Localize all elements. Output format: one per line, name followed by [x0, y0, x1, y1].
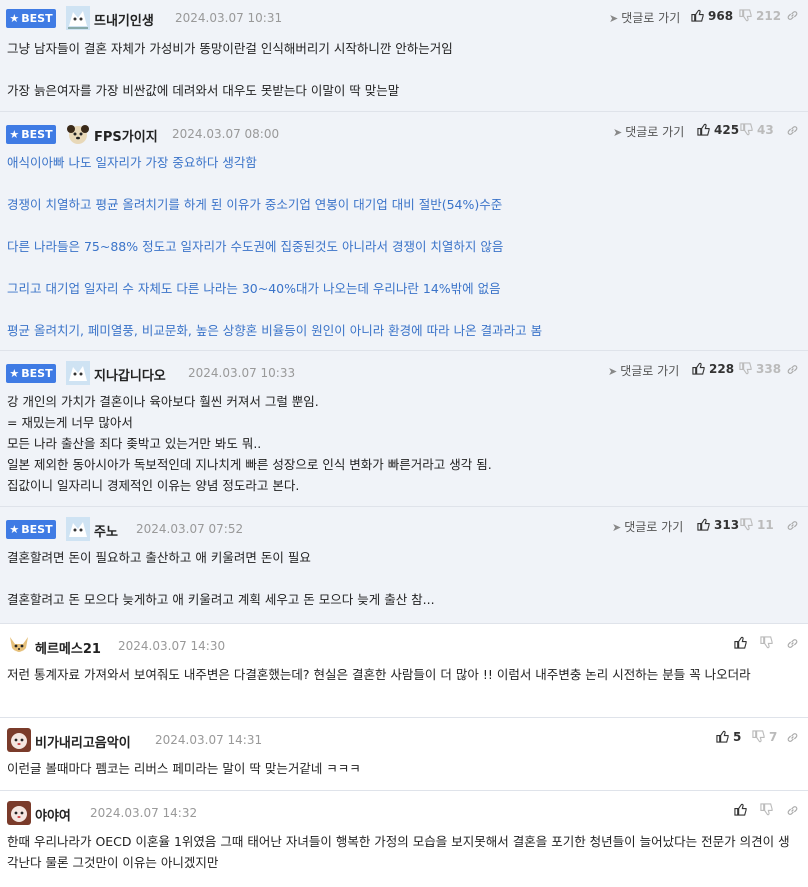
avatar[interactable]	[66, 6, 90, 30]
send-icon: ➤	[612, 521, 622, 534]
nickname[interactable]: 헤르메스21	[35, 638, 101, 657]
thumbs-up-icon	[691, 9, 704, 22]
best-badge: ★ BEST	[6, 364, 56, 383]
avatar[interactable]	[7, 728, 31, 752]
best-badge: ★ BEST	[6, 9, 56, 28]
star-icon: ★	[9, 12, 20, 25]
comment-body: 한때 우리나라가 OECD 이혼율 1위였음 그때 태어난 자녀들이 행복한 가…	[7, 834, 790, 870]
comment-date: 2024.03.07 10:31	[175, 11, 283, 25]
thumbs-down-icon	[760, 636, 773, 649]
avatar[interactable]	[66, 517, 90, 541]
link-icon[interactable]	[786, 9, 799, 22]
best-comment: ★ BEST 지나갑니다오 2024.03.07 10:33 ➤ 댓글로 가기 22…	[0, 351, 808, 507]
best-badge: ★ BEST	[6, 520, 56, 539]
like-button[interactable]: 5	[716, 730, 741, 744]
dislike-button[interactable]	[760, 636, 777, 650]
comment-date: 2024.03.07 14:31	[155, 733, 263, 747]
thumbs-down-icon	[760, 803, 773, 816]
comment-date: 2024.03.07 10:33	[188, 366, 296, 380]
nickname[interactable]: FPS가이지	[94, 126, 158, 145]
nickname[interactable]: 지나갑니다오	[94, 365, 166, 384]
star-icon: ★	[9, 523, 20, 536]
send-icon: ➤	[609, 12, 619, 25]
thumbs-up-icon	[734, 636, 747, 649]
comment: 비가내리고음악이 2024.03.07 14:31 5 7 이런글 볼때마다 펨…	[0, 718, 808, 791]
thumbs-down-icon	[740, 123, 753, 136]
like-button[interactable]: 313	[697, 518, 739, 532]
goto-comment-link[interactable]: ➤ 댓글로 가기	[609, 9, 680, 26]
like-button[interactable]	[734, 803, 751, 817]
thumbs-up-icon	[697, 123, 710, 136]
best-comment: ★ BEST 주노 2024.03.07 07:52 ➤ 댓글로 가기 313 11…	[0, 507, 808, 624]
comment-body: 애식이아빠 나도 일자리가 가장 중요하다 생각함 경쟁이 치열하고 평균 올려…	[7, 155, 543, 338]
star-icon: ★	[9, 367, 20, 380]
like-button[interactable]: 228	[692, 362, 734, 376]
best-comment: ★ BEST 뜨내기인생 2024.03.07 10:31 ➤ 댓글로 가기 968…	[0, 0, 808, 112]
comment-date: 2024.03.07 08:00	[172, 127, 280, 141]
like-button[interactable]: 968	[691, 9, 733, 23]
like-button[interactable]: 425	[697, 123, 739, 137]
best-badge: ★ BEST	[6, 125, 56, 144]
link-icon[interactable]	[786, 124, 799, 137]
link-icon[interactable]	[786, 731, 799, 744]
nickname[interactable]: 뜨내기인생	[94, 10, 154, 29]
send-icon: ➤	[608, 365, 618, 378]
dislike-button[interactable]: 43	[740, 123, 774, 137]
link-icon[interactable]	[786, 804, 799, 817]
dislike-button[interactable]: 7	[752, 730, 777, 744]
goto-comment-link[interactable]: ➤ 댓글로 가기	[608, 362, 679, 379]
comment: 헤르메스21 2024.03.07 14:30 저런 통계자료 가져와서 보여줘…	[0, 624, 808, 718]
thumbs-down-icon	[739, 362, 752, 375]
send-icon: ➤	[613, 126, 623, 139]
link-icon[interactable]	[786, 519, 799, 532]
comment-body: 그냥 남자들이 결혼 자체가 가성비가 똥망이란걸 인식해버리기 시작하니깐 안…	[7, 41, 453, 98]
link-icon[interactable]	[786, 363, 799, 376]
thumbs-up-icon	[734, 803, 747, 816]
best-comment: ★ BEST FPS가이지 2024.03.07 08:00 ➤ 댓글로 가기 42…	[0, 112, 808, 351]
avatar[interactable]	[7, 801, 31, 825]
avatar[interactable]	[66, 361, 90, 385]
nickname[interactable]: 비가내리고음악이	[35, 732, 131, 751]
nickname[interactable]: 주노	[94, 521, 118, 540]
dislike-button[interactable]	[760, 803, 777, 817]
thumbs-down-icon	[739, 9, 752, 22]
comment-body: 이런글 볼때마다 펨코는 리버스 페미라는 말이 딱 맞는거같네 ㅋㅋㅋ	[7, 761, 361, 776]
dislike-button[interactable]: 338	[739, 362, 781, 376]
dislike-button[interactable]: 11	[740, 518, 774, 532]
nickname[interactable]: 야야여	[35, 805, 71, 824]
comment: 야야여 2024.03.07 14:32 한때 우리나라가 OECD 이혼율 1…	[0, 791, 808, 887]
star-icon: ★	[9, 128, 20, 141]
avatar[interactable]	[7, 634, 31, 658]
comment-date: 2024.03.07 14:30	[118, 639, 226, 653]
comment-body: 결혼할려면 돈이 필요하고 출산하고 애 키울려면 돈이 필요 결혼할려고 돈 …	[7, 550, 435, 607]
like-button[interactable]	[734, 636, 751, 650]
comment-date: 2024.03.07 07:52	[136, 522, 244, 536]
avatar[interactable]	[66, 122, 90, 146]
comment-body: 저런 통계자료 가져와서 보여줘도 내주변은 다결혼했는데? 현실은 결혼한 사…	[7, 667, 751, 682]
link-icon[interactable]	[786, 637, 799, 650]
goto-comment-link[interactable]: ➤ 댓글로 가기	[613, 123, 684, 140]
thumbs-down-icon	[740, 518, 753, 531]
comment-body: 강 개인의 가치가 결혼이나 육아보다 훨씬 커져서 그럴 뿐임. = 재밌는게…	[7, 394, 492, 493]
thumbs-down-icon	[752, 730, 765, 743]
thumbs-up-icon	[697, 518, 710, 531]
goto-comment-link[interactable]: ➤ 댓글로 가기	[612, 518, 683, 535]
dislike-button[interactable]: 212	[739, 9, 781, 23]
thumbs-up-icon	[692, 362, 705, 375]
comment-date: 2024.03.07 14:32	[90, 806, 198, 820]
thumbs-up-icon	[716, 730, 729, 743]
